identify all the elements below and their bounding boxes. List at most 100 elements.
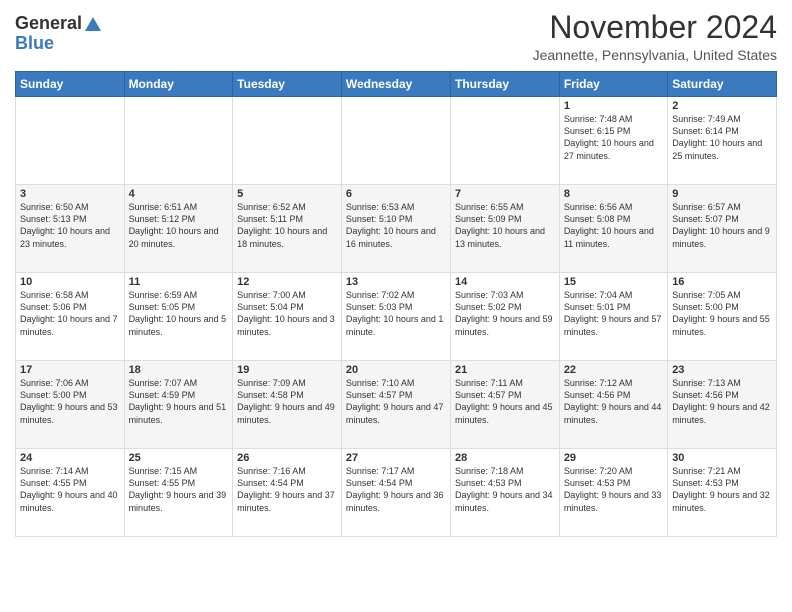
page-container: General Blue November 2024 Jeannette, Pe… xyxy=(0,0,792,552)
logo: General Blue xyxy=(15,10,102,54)
calendar-cell: 11Sunrise: 6:59 AM Sunset: 5:05 PM Dayli… xyxy=(124,273,233,361)
day-of-week-header: Wednesday xyxy=(341,72,450,97)
calendar-cell: 26Sunrise: 7:16 AM Sunset: 4:54 PM Dayli… xyxy=(233,449,342,537)
logo-general-text: General xyxy=(15,14,82,34)
title-block: November 2024 Jeannette, Pennsylvania, U… xyxy=(533,10,777,63)
day-info: Sunrise: 6:59 AM Sunset: 5:05 PM Dayligh… xyxy=(129,289,229,338)
day-info: Sunrise: 7:49 AM Sunset: 6:14 PM Dayligh… xyxy=(672,113,772,162)
calendar-cell: 17Sunrise: 7:06 AM Sunset: 5:00 PM Dayli… xyxy=(16,361,125,449)
day-number: 11 xyxy=(129,276,229,288)
week-row: 10Sunrise: 6:58 AM Sunset: 5:06 PM Dayli… xyxy=(16,273,777,361)
day-number: 20 xyxy=(346,364,446,376)
calendar-cell: 20Sunrise: 7:10 AM Sunset: 4:57 PM Dayli… xyxy=(341,361,450,449)
day-info: Sunrise: 6:57 AM Sunset: 5:07 PM Dayligh… xyxy=(672,201,772,250)
calendar-cell: 6Sunrise: 6:53 AM Sunset: 5:10 PM Daylig… xyxy=(341,185,450,273)
day-number: 19 xyxy=(237,364,337,376)
location-title: Jeannette, Pennsylvania, United States xyxy=(533,47,777,63)
day-number: 18 xyxy=(129,364,229,376)
calendar-body: 1Sunrise: 7:48 AM Sunset: 6:15 PM Daylig… xyxy=(16,97,777,537)
day-number: 29 xyxy=(564,452,663,464)
calendar-cell: 3Sunrise: 6:50 AM Sunset: 5:13 PM Daylig… xyxy=(16,185,125,273)
day-of-week-header: Friday xyxy=(559,72,667,97)
day-number: 5 xyxy=(237,188,337,200)
day-info: Sunrise: 6:53 AM Sunset: 5:10 PM Dayligh… xyxy=(346,201,446,250)
calendar-table: SundayMondayTuesdayWednesdayThursdayFrid… xyxy=(15,71,777,537)
day-info: Sunrise: 6:50 AM Sunset: 5:13 PM Dayligh… xyxy=(20,201,120,250)
day-info: Sunrise: 7:16 AM Sunset: 4:54 PM Dayligh… xyxy=(237,465,337,514)
calendar-cell: 12Sunrise: 7:00 AM Sunset: 5:04 PM Dayli… xyxy=(233,273,342,361)
day-number: 3 xyxy=(20,188,120,200)
day-number: 30 xyxy=(672,452,772,464)
day-info: Sunrise: 7:12 AM Sunset: 4:56 PM Dayligh… xyxy=(564,377,663,426)
day-of-week-header: Sunday xyxy=(16,72,125,97)
calendar-cell: 8Sunrise: 6:56 AM Sunset: 5:08 PM Daylig… xyxy=(559,185,667,273)
calendar-cell: 22Sunrise: 7:12 AM Sunset: 4:56 PM Dayli… xyxy=(559,361,667,449)
calendar-cell xyxy=(450,97,559,185)
day-number: 25 xyxy=(129,452,229,464)
calendar-cell: 19Sunrise: 7:09 AM Sunset: 4:58 PM Dayli… xyxy=(233,361,342,449)
day-number: 27 xyxy=(346,452,446,464)
calendar-cell: 2Sunrise: 7:49 AM Sunset: 6:14 PM Daylig… xyxy=(668,97,777,185)
calendar-cell: 10Sunrise: 6:58 AM Sunset: 5:06 PM Dayli… xyxy=(16,273,125,361)
day-of-week-header: Thursday xyxy=(450,72,559,97)
calendar-cell: 1Sunrise: 7:48 AM Sunset: 6:15 PM Daylig… xyxy=(559,97,667,185)
day-number: 8 xyxy=(564,188,663,200)
day-number: 24 xyxy=(20,452,120,464)
day-info: Sunrise: 7:15 AM Sunset: 4:55 PM Dayligh… xyxy=(129,465,229,514)
calendar-cell xyxy=(124,97,233,185)
day-number: 17 xyxy=(20,364,120,376)
days-of-week-row: SundayMondayTuesdayWednesdayThursdayFrid… xyxy=(16,72,777,97)
day-info: Sunrise: 7:48 AM Sunset: 6:15 PM Dayligh… xyxy=(564,113,663,162)
day-of-week-header: Monday xyxy=(124,72,233,97)
calendar-cell: 18Sunrise: 7:07 AM Sunset: 4:59 PM Dayli… xyxy=(124,361,233,449)
day-number: 2 xyxy=(672,100,772,112)
day-info: Sunrise: 7:00 AM Sunset: 5:04 PM Dayligh… xyxy=(237,289,337,338)
day-number: 1 xyxy=(564,100,663,112)
day-number: 26 xyxy=(237,452,337,464)
calendar-cell: 16Sunrise: 7:05 AM Sunset: 5:00 PM Dayli… xyxy=(668,273,777,361)
week-row: 17Sunrise: 7:06 AM Sunset: 5:00 PM Dayli… xyxy=(16,361,777,449)
calendar-cell: 5Sunrise: 6:52 AM Sunset: 5:11 PM Daylig… xyxy=(233,185,342,273)
day-info: Sunrise: 6:55 AM Sunset: 5:09 PM Dayligh… xyxy=(455,201,555,250)
calendar-cell: 14Sunrise: 7:03 AM Sunset: 5:02 PM Dayli… xyxy=(450,273,559,361)
day-number: 28 xyxy=(455,452,555,464)
day-number: 23 xyxy=(672,364,772,376)
day-info: Sunrise: 7:18 AM Sunset: 4:53 PM Dayligh… xyxy=(455,465,555,514)
day-info: Sunrise: 7:20 AM Sunset: 4:53 PM Dayligh… xyxy=(564,465,663,514)
day-number: 12 xyxy=(237,276,337,288)
page-header: General Blue November 2024 Jeannette, Pe… xyxy=(15,10,777,63)
day-number: 22 xyxy=(564,364,663,376)
day-info: Sunrise: 7:09 AM Sunset: 4:58 PM Dayligh… xyxy=(237,377,337,426)
calendar-cell: 7Sunrise: 6:55 AM Sunset: 5:09 PM Daylig… xyxy=(450,185,559,273)
week-row: 24Sunrise: 7:14 AM Sunset: 4:55 PM Dayli… xyxy=(16,449,777,537)
day-number: 7 xyxy=(455,188,555,200)
day-of-week-header: Saturday xyxy=(668,72,777,97)
calendar-cell: 23Sunrise: 7:13 AM Sunset: 4:56 PM Dayli… xyxy=(668,361,777,449)
logo-blue-text: Blue xyxy=(15,34,54,54)
week-row: 1Sunrise: 7:48 AM Sunset: 6:15 PM Daylig… xyxy=(16,97,777,185)
calendar-cell: 9Sunrise: 6:57 AM Sunset: 5:07 PM Daylig… xyxy=(668,185,777,273)
calendar-cell: 25Sunrise: 7:15 AM Sunset: 4:55 PM Dayli… xyxy=(124,449,233,537)
calendar-cell: 4Sunrise: 6:51 AM Sunset: 5:12 PM Daylig… xyxy=(124,185,233,273)
calendar-header: SundayMondayTuesdayWednesdayThursdayFrid… xyxy=(16,72,777,97)
calendar-cell: 27Sunrise: 7:17 AM Sunset: 4:54 PM Dayli… xyxy=(341,449,450,537)
day-number: 10 xyxy=(20,276,120,288)
day-number: 14 xyxy=(455,276,555,288)
day-number: 6 xyxy=(346,188,446,200)
day-info: Sunrise: 7:07 AM Sunset: 4:59 PM Dayligh… xyxy=(129,377,229,426)
day-info: Sunrise: 7:06 AM Sunset: 5:00 PM Dayligh… xyxy=(20,377,120,426)
logo-icon xyxy=(84,15,102,33)
day-info: Sunrise: 7:04 AM Sunset: 5:01 PM Dayligh… xyxy=(564,289,663,338)
day-info: Sunrise: 7:10 AM Sunset: 4:57 PM Dayligh… xyxy=(346,377,446,426)
day-number: 4 xyxy=(129,188,229,200)
day-info: Sunrise: 6:58 AM Sunset: 5:06 PM Dayligh… xyxy=(20,289,120,338)
day-info: Sunrise: 6:51 AM Sunset: 5:12 PM Dayligh… xyxy=(129,201,229,250)
calendar-cell: 21Sunrise: 7:11 AM Sunset: 4:57 PM Dayli… xyxy=(450,361,559,449)
day-number: 15 xyxy=(564,276,663,288)
day-info: Sunrise: 7:02 AM Sunset: 5:03 PM Dayligh… xyxy=(346,289,446,338)
day-info: Sunrise: 7:03 AM Sunset: 5:02 PM Dayligh… xyxy=(455,289,555,338)
calendar-cell: 13Sunrise: 7:02 AM Sunset: 5:03 PM Dayli… xyxy=(341,273,450,361)
day-info: Sunrise: 6:52 AM Sunset: 5:11 PM Dayligh… xyxy=(237,201,337,250)
day-info: Sunrise: 7:05 AM Sunset: 5:00 PM Dayligh… xyxy=(672,289,772,338)
day-number: 21 xyxy=(455,364,555,376)
